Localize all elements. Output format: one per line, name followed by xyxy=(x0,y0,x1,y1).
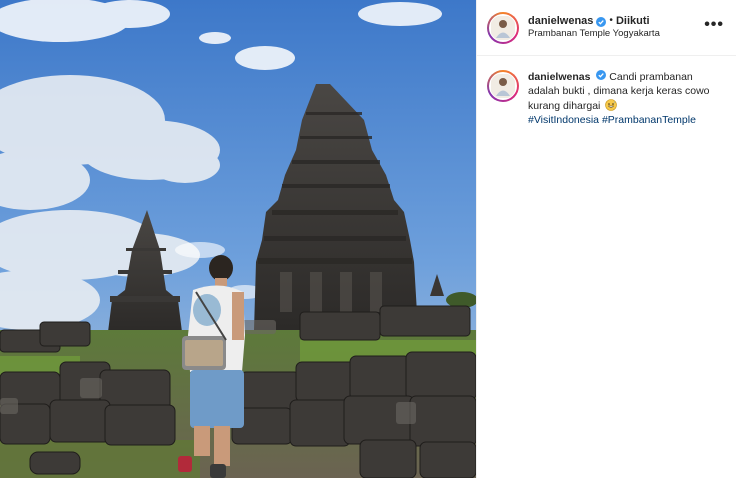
profile-photo-icon xyxy=(491,74,515,98)
caption-text-block: danielwenas Candi prambanan adalah bukti… xyxy=(528,70,713,128)
grinning-sweat-emoji-icon xyxy=(605,99,618,111)
username-link[interactable]: danielwenas xyxy=(528,15,593,29)
verified-badge-icon xyxy=(596,70,607,80)
header-text: danielwenas • Diikuti Prambanan Temple Y… xyxy=(528,15,704,41)
instagram-post: danielwenas • Diikuti Prambanan Temple Y… xyxy=(0,0,736,478)
caption-username-link[interactable]: danielwenas xyxy=(528,71,590,83)
caption-body: danielwenas Candi prambanan adalah bukti… xyxy=(528,70,724,128)
hashtag-links[interactable]: #VisitIndonesia #PrambananTemple xyxy=(528,114,696,126)
temple-photo-illustration xyxy=(0,0,476,478)
profile-photo-icon xyxy=(491,15,515,40)
caption-avatar[interactable] xyxy=(487,70,519,102)
avatar[interactable] xyxy=(487,11,519,44)
verified-badge-icon xyxy=(596,16,607,27)
more-options-icon[interactable]: ••• xyxy=(704,16,724,34)
post-side-panel: danielwenas • Diikuti Prambanan Temple Y… xyxy=(476,0,736,478)
location-link[interactable]: Prambanan Temple Yogyakarta xyxy=(528,28,704,40)
post-header: danielwenas • Diikuti Prambanan Temple Y… xyxy=(477,0,736,56)
separator-dot: • xyxy=(609,15,613,27)
avatar-image xyxy=(489,13,517,42)
caption-comment: danielwenas Candi prambanan adalah bukti… xyxy=(477,56,736,128)
caption-avatar-image xyxy=(489,72,517,100)
follow-status-button[interactable]: Diikuti xyxy=(616,15,650,29)
post-photo[interactable] xyxy=(0,0,476,478)
